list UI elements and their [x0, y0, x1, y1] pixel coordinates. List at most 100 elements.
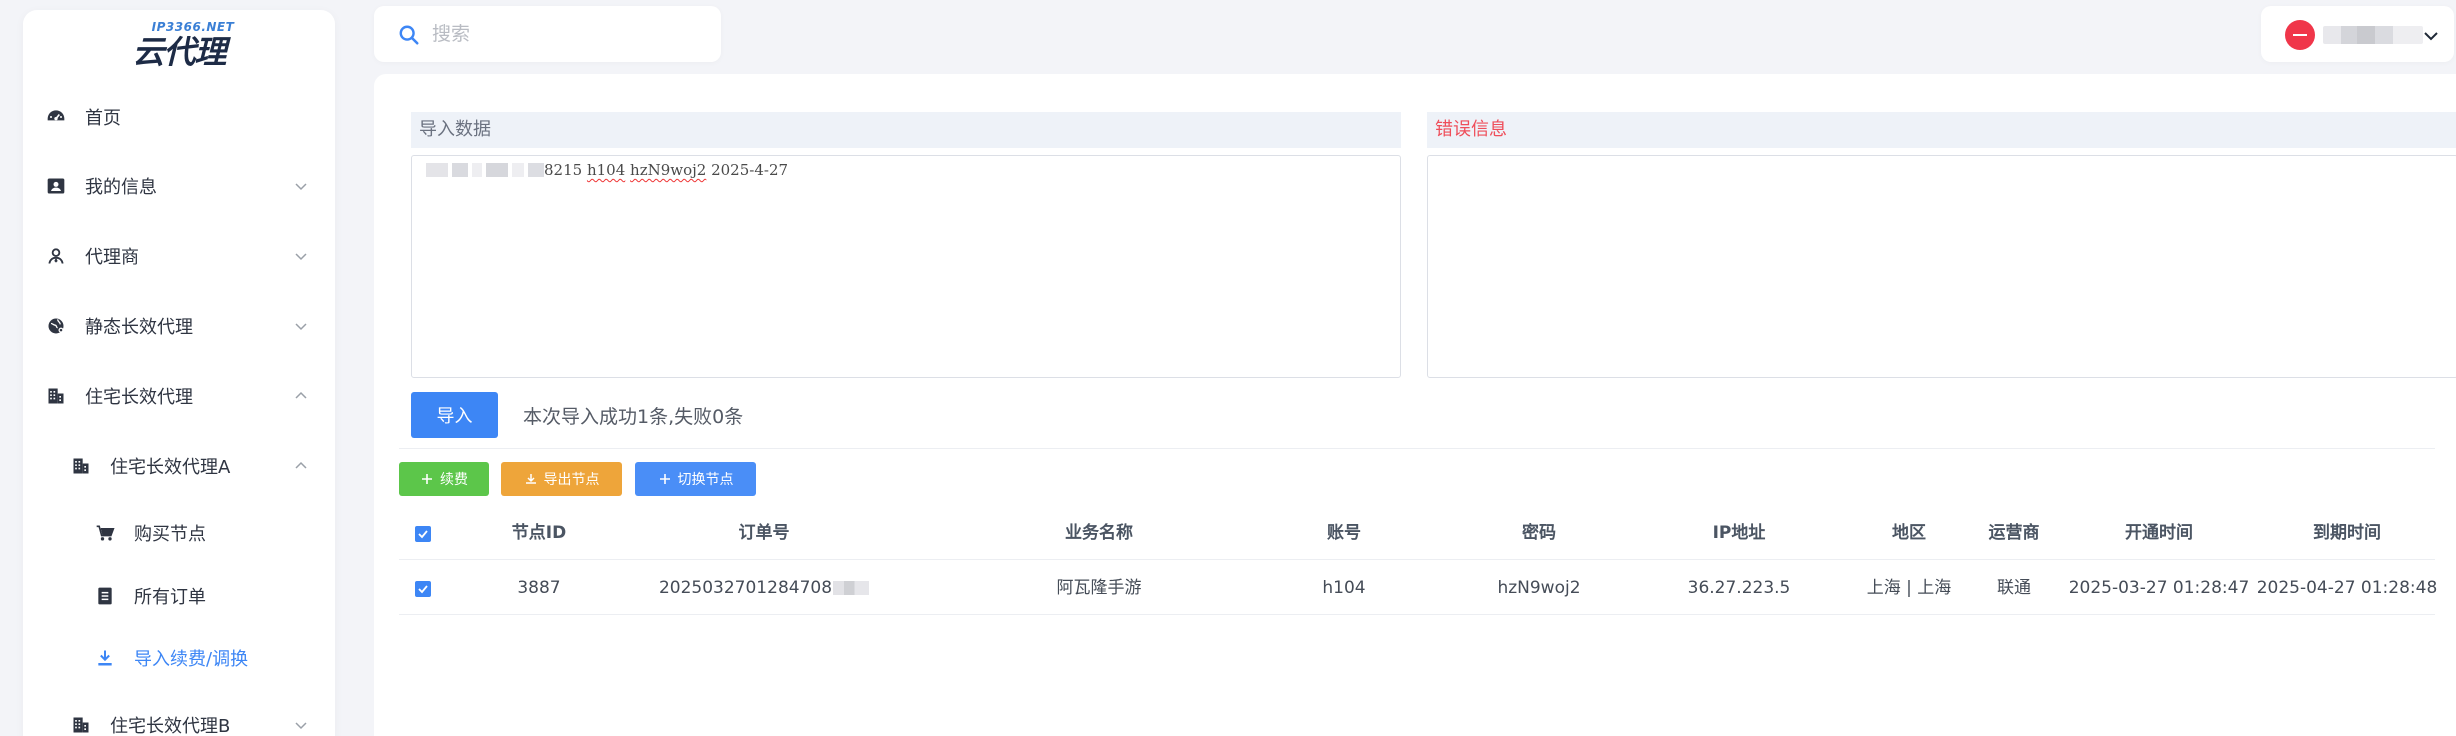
building-icon — [70, 714, 92, 736]
col-expire-time[interactable]: 到期时间 — [2247, 506, 2447, 560]
import-data-textarea[interactable]: 8215 h104 hzN9woj2 2025-4-27 — [411, 155, 1401, 378]
sidebar-item-label: 住宅长效代理A — [110, 457, 231, 478]
cell-expire-time: 2025-04-27 01:28:48 — [2256, 578, 2438, 598]
col-service[interactable]: 业务名称 — [969, 506, 1229, 560]
export-nodes-label: 导出节点 — [543, 472, 600, 488]
sidebar-item-static-proxy[interactable]: 静态长效代理 — [23, 301, 335, 351]
download-icon — [94, 647, 116, 669]
cart-icon — [94, 522, 116, 544]
cell-isp: 联通 — [1997, 578, 2031, 598]
logo-title: 云代理 — [132, 33, 226, 71]
redacted-text — [472, 163, 482, 177]
redacted-text — [512, 163, 524, 177]
col-account[interactable]: 账号 — [1299, 506, 1389, 560]
sidebar-item-agent[interactable]: 代理商 — [23, 231, 335, 281]
cell-open-time: 2025-03-27 01:28:47 — [2068, 578, 2250, 598]
col-open-time[interactable]: 开通时间 — [2059, 506, 2259, 560]
row-checkbox[interactable] — [415, 581, 431, 597]
cell-account: h104 — [1322, 578, 1366, 598]
search-icon — [399, 25, 419, 45]
building-icon — [45, 385, 67, 407]
order-no-text: 2025032701284708 — [658, 578, 833, 598]
sidebar-item-all-orders[interactable]: 所有订单 — [23, 571, 335, 621]
main-panel: 导入数据 错误信息 8215 h104 hzN9woj2 2025-4-27 导… — [374, 74, 2456, 736]
chevron-down-icon[interactable] — [2421, 26, 2441, 46]
sidebar-item-label: 代理商 — [85, 247, 139, 268]
switch-nodes-label: 切换节点 — [677, 472, 734, 488]
plus-icon — [659, 474, 670, 484]
sidebar-item-residential-proxy-a[interactable]: 住宅长效代理A — [23, 441, 335, 491]
download-icon — [525, 474, 536, 484]
sidebar-item-import-renew[interactable]: 导入续费/调换 — [23, 633, 335, 683]
chevron-up-icon — [295, 461, 307, 469]
id-card-icon — [45, 175, 67, 197]
chevron-up-icon — [295, 391, 307, 399]
sidebar-item-label: 导入续费/调换 — [134, 649, 249, 670]
col-password[interactable]: 密码 — [1459, 506, 1619, 560]
cell-service: 阿瓦隆手游 — [1056, 578, 1142, 598]
renew-button-label: 续费 — [440, 472, 468, 488]
chevron-down-icon — [295, 323, 307, 331]
sidebar-item-residential-proxy[interactable]: 住宅长效代理 — [23, 371, 335, 421]
select-all-checkbox[interactable] — [415, 526, 431, 542]
col-ip[interactable]: IP地址 — [1659, 506, 1819, 560]
col-region[interactable]: 地区 — [1859, 506, 1959, 560]
table-header: 节点ID 订单号 业务名称 账号 密码 IP地址 地区 运营商 开通时间 到期时… — [399, 506, 2435, 560]
sidebar-item-label: 静态长效代理 — [85, 317, 193, 338]
logo-subtitle: IP3366.NET — [151, 20, 235, 34]
col-node-id[interactable]: 节点ID — [484, 506, 594, 560]
import-data-date: 2025-4-27 — [706, 161, 789, 179]
import-data-account: h104 — [586, 161, 626, 179]
sidebar-item-label: 住宅长效代理 — [85, 387, 193, 408]
list-icon — [94, 585, 116, 607]
redacted-text — [486, 163, 508, 177]
plus-icon — [422, 474, 432, 484]
export-nodes-button[interactable]: 导出节点 — [501, 462, 622, 496]
sidebar-item-home[interactable]: 首页 — [23, 92, 335, 142]
check-icon — [418, 530, 428, 539]
import-data-line: 8215 h104 hzN9woj2 2025-4-27 — [426, 160, 788, 180]
redacted-text — [452, 163, 468, 177]
user-menu[interactable] — [2261, 6, 2454, 62]
error-info-textarea[interactable] — [1427, 155, 2456, 378]
chevron-down-icon — [295, 253, 307, 261]
sidebar-item-my-info[interactable]: 我的信息 — [23, 161, 335, 211]
import-result-text: 本次导入成功1条,失败0条 — [523, 406, 744, 428]
cell-region: 上海 | 上海 — [1866, 578, 1952, 598]
col-order-no[interactable]: 订单号 — [624, 506, 904, 560]
divider — [399, 448, 2435, 449]
redacted-text — [528, 163, 544, 177]
switch-nodes-button[interactable]: 切换节点 — [635, 462, 756, 496]
avatar[interactable] — [2285, 20, 2315, 50]
globe-icon — [45, 315, 67, 337]
import-button[interactable]: 导入 — [411, 392, 498, 438]
cell-node-id: 3887 — [517, 578, 561, 598]
check-icon — [418, 585, 428, 594]
sidebar-item-label: 我的信息 — [85, 177, 157, 198]
search-input[interactable] — [432, 20, 692, 48]
error-info-title: 错误信息 — [1427, 112, 2456, 148]
agent-icon — [45, 245, 67, 267]
sidebar: IP3366.NET 云代理 首页 我的信息 代理商 静态长效代理 住宅长效代理… — [23, 10, 335, 736]
sidebar-item-residential-proxy-b[interactable]: 住宅长效代理B — [23, 700, 335, 736]
sidebar-item-label: 购买节点 — [134, 524, 206, 545]
redacted-text — [833, 581, 870, 595]
cell-ip: 36.27.223.5 — [1687, 578, 1791, 598]
col-isp[interactable]: 运营商 — [1969, 506, 2059, 560]
table-row[interactable]: 3887 2025032701284708 阿瓦隆手游 h104 hzN9woj… — [399, 561, 2437, 615]
dashboard-icon — [45, 106, 67, 128]
chevron-down-icon — [295, 183, 307, 191]
import-data-password: hzN9woj2 — [630, 161, 707, 179]
search-box — [374, 6, 721, 62]
import-data-title: 导入数据 — [411, 112, 1401, 148]
sidebar-item-label: 所有订单 — [134, 587, 206, 608]
user-name — [2323, 26, 2423, 44]
logo[interactable]: IP3366.NET 云代理 — [23, 16, 335, 74]
redacted-text — [426, 163, 448, 177]
cell-order-no: 2025032701284708 — [624, 561, 904, 615]
sidebar-item-buy-node[interactable]: 购买节点 — [23, 508, 335, 558]
sidebar-item-label: 住宅长效代理B — [110, 716, 231, 736]
renew-button[interactable]: 续费 — [399, 462, 489, 496]
import-data-suffix: 8215 — [544, 161, 587, 179]
sidebar-item-label: 首页 — [85, 108, 121, 129]
